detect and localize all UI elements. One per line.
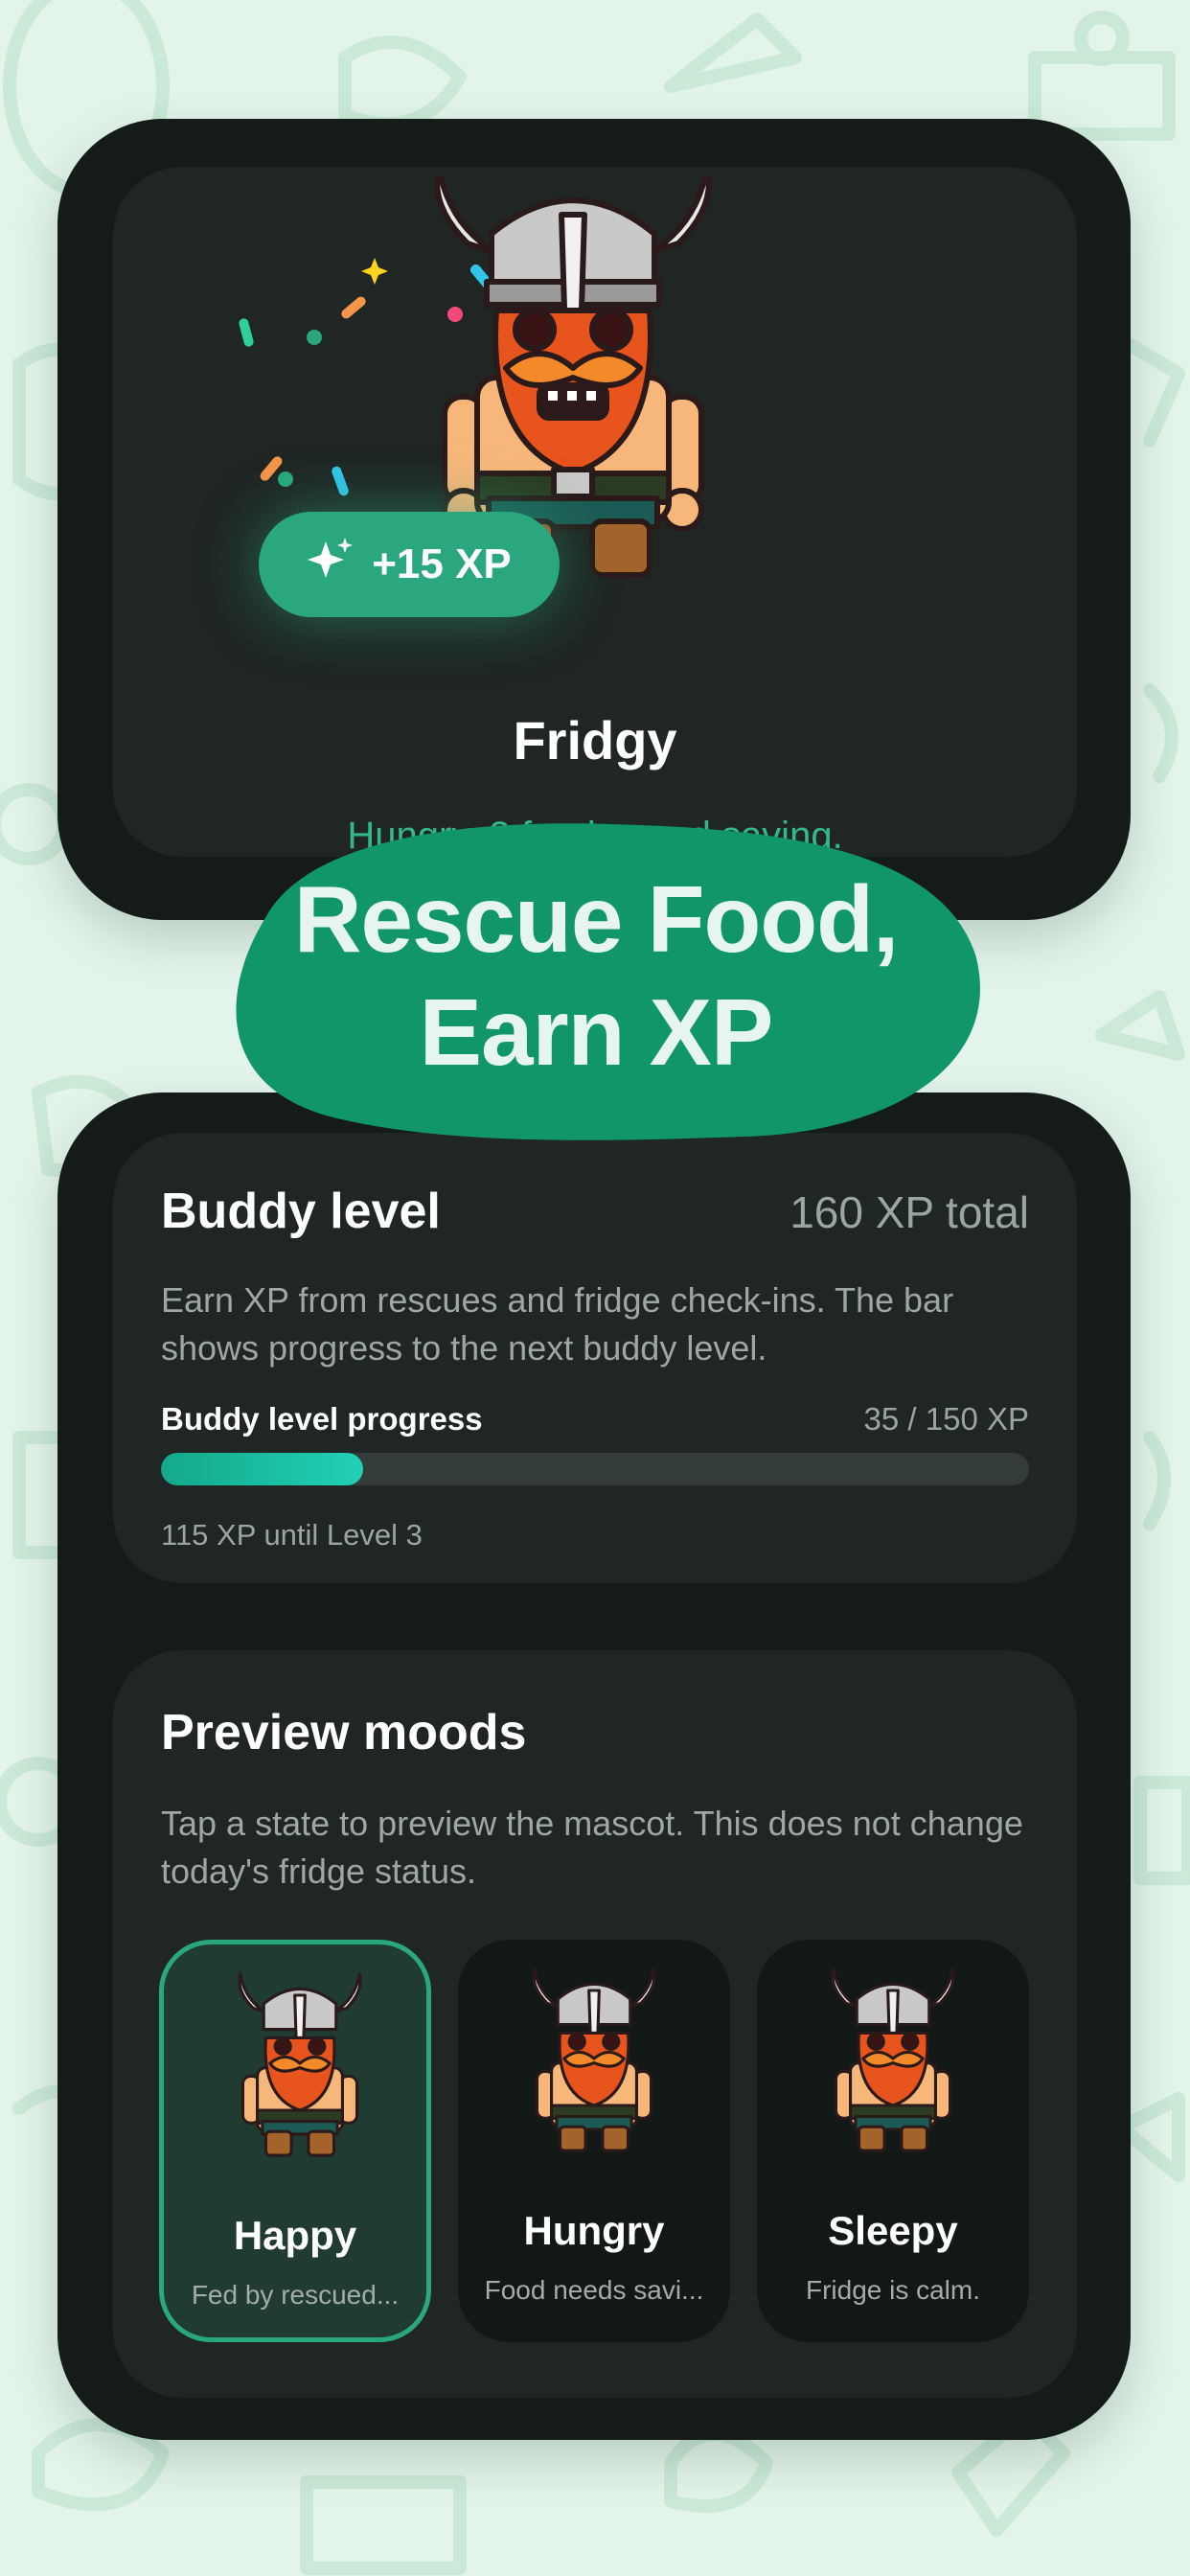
mood-option-sleepy[interactable]: Sleepy Fridge is calm.	[757, 1940, 1029, 2342]
mascot-phone-screen: +15 XP Fridgy Hungry. 3 foods need savin…	[57, 119, 1131, 920]
mood-name: Sleepy	[828, 2208, 958, 2253]
mood-subtitle: Fed by rescued...	[191, 2280, 400, 2310]
progress-fill	[161, 1453, 364, 1485]
preview-moods-title: Preview moods	[161, 1705, 527, 1760]
mood-name: Hungry	[523, 2208, 665, 2253]
viking-mascot-icon	[816, 1966, 970, 2168]
buddy-level-progress-bar	[161, 1453, 1029, 1485]
mood-subtitle: Fridge is calm.	[805, 2275, 981, 2305]
mascot-hero-card: +15 XP Fridgy Hungry. 3 foods need savin…	[113, 167, 1077, 857]
headline-line-1: Rescue Food,	[293, 866, 900, 972]
buddy-level-title: Buddy level	[161, 1184, 441, 1239]
xp-reward-label: +15 XP	[372, 540, 512, 587]
headline: Rescue Food, Earn XP	[209, 862, 983, 1089]
mood-option-hungry[interactable]: Hungry Food needs savi...	[458, 1940, 730, 2342]
mascot-name: Fridgy	[513, 710, 677, 770]
buddy-level-description: Earn XP from rescues and fridge check-in…	[161, 1280, 954, 1368]
progress-phone-screen: Buddy level 160 XP total Earn XP from re…	[57, 1092, 1131, 2440]
viking-mascot-icon	[223, 1971, 377, 2173]
headline-line-2: Earn XP	[419, 979, 774, 1085]
viking-mascot-icon	[517, 1966, 671, 2168]
buddy-level-card: Buddy level 160 XP total Earn XP from re…	[113, 1133, 1077, 1583]
preview-moods-card: Preview moods Tap a state to preview the…	[113, 1650, 1077, 2398]
sparkle-icon	[307, 536, 355, 594]
progress-hint: 115 XP until Level 3	[161, 1518, 423, 1552]
progress-value: 35 / 150 XP	[863, 1401, 1029, 1437]
mood-name: Happy	[233, 2213, 357, 2258]
preview-moods-description: Tap a state to preview the mascot. This …	[161, 1804, 1023, 1891]
mood-option-happy[interactable]: Happy Fed by rescued...	[159, 1940, 431, 2342]
progress-label: Buddy level progress	[161, 1401, 483, 1437]
xp-reward-badge: +15 XP	[259, 512, 560, 617]
xp-total: 160 XP total	[790, 1187, 1029, 1237]
mood-subtitle: Food needs savi...	[484, 2275, 704, 2305]
